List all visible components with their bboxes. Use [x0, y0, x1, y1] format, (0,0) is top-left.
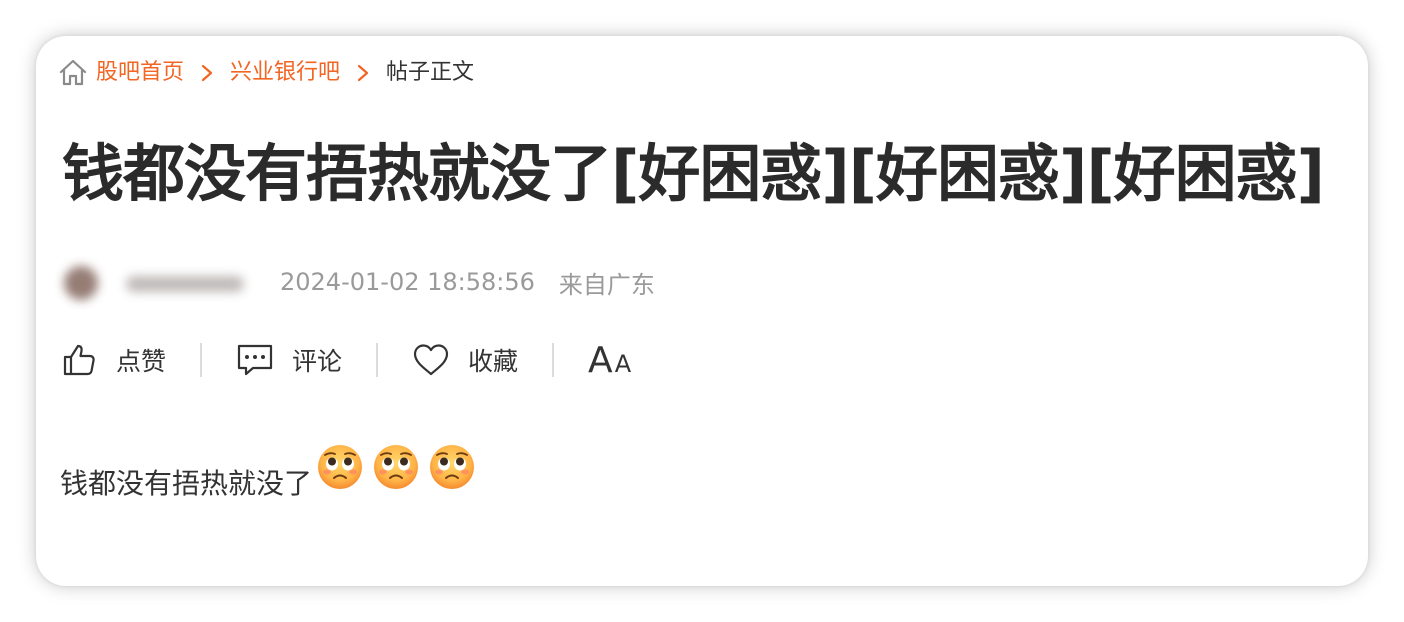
comment-icon: [236, 341, 274, 379]
home-icon[interactable]: [58, 58, 88, 88]
post-card: 股吧首页 兴业银行吧 帖子正文 钱都没有捂热就没了[好困惑][好困惑][好困惑]…: [36, 36, 1368, 586]
breadcrumb-bar-link[interactable]: 兴业银行吧: [230, 56, 340, 90]
divider: [376, 343, 379, 377]
emoji-group: [316, 443, 484, 491]
pleading-face-icon: [430, 445, 475, 489]
favorite-label: 收藏: [468, 347, 519, 376]
chevron-right-icon: [196, 62, 218, 84]
heart-icon: [412, 341, 450, 379]
favorite-button[interactable]: 收藏: [412, 341, 518, 379]
post-location: 来自广东: [558, 270, 655, 299]
pleading-face-icon: [318, 445, 363, 489]
pleading-face-icon: [374, 445, 419, 489]
breadcrumb-current: 帖子正文: [386, 60, 475, 85]
divider: [552, 343, 555, 377]
font-size-button[interactable]: A A: [588, 340, 631, 381]
thumbs-up-icon: [60, 341, 98, 379]
chevron-right-icon: [352, 62, 374, 84]
divider: [200, 343, 203, 377]
comment-label: 评论: [292, 347, 343, 376]
like-label: 点赞: [116, 347, 167, 376]
author-name[interactable]: [126, 276, 244, 292]
font-size-small-glyph: A: [614, 349, 632, 378]
font-size-large-glyph: A: [588, 339, 613, 381]
post-title: 钱都没有捂热就没了[好困惑][好困惑][好困惑]: [62, 137, 1325, 210]
post-timestamp: 2024-01-02 18:58:56: [280, 268, 535, 296]
comment-button[interactable]: 评论: [236, 341, 342, 379]
breadcrumb: 股吧首页 兴业银行吧 帖子正文: [58, 56, 474, 90]
post-content: 钱都没有捂热就没了: [60, 445, 484, 512]
post-content-text: 钱都没有捂热就没了: [60, 467, 313, 500]
avatar[interactable]: [64, 266, 98, 300]
like-button[interactable]: 点赞: [60, 341, 166, 379]
author-info-blurred[interactable]: [50, 254, 256, 310]
breadcrumb-home-link[interactable]: 股吧首页: [96, 56, 184, 90]
action-bar: 点赞 评论 收藏 A A: [60, 336, 631, 384]
post-meta: 2024-01-02 18:58:56 来自广东: [50, 254, 655, 310]
